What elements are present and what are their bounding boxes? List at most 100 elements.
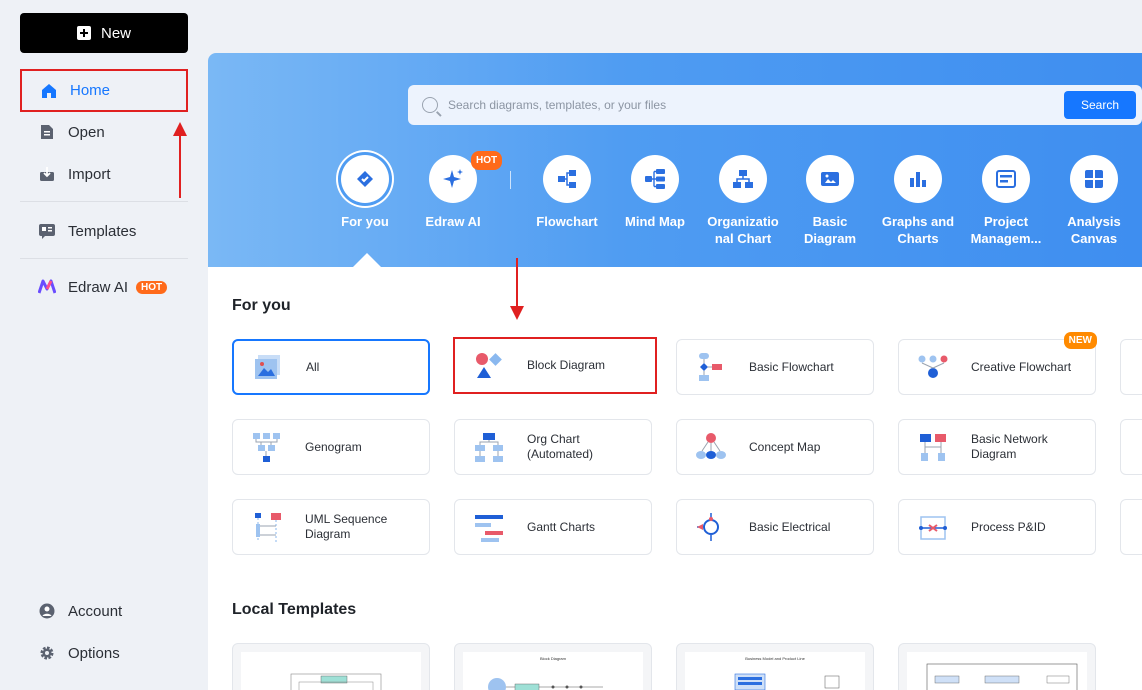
search-bar: Search	[408, 85, 1142, 125]
account-icon	[38, 602, 56, 620]
template-card-block-diagram[interactable]: Block Diagram	[453, 337, 657, 394]
basic-flowchart-icon	[695, 351, 727, 383]
card-label: Gantt Charts	[527, 519, 596, 534]
sidebar-item-label: Templates	[68, 222, 137, 240]
category-label: Project Managem...	[970, 214, 1042, 246]
local-template-thumbnail[interactable]	[232, 643, 430, 690]
bar-chart-icon	[894, 155, 942, 203]
sidebar-item-label: Open	[68, 123, 105, 141]
template-card-org-chart-automated[interactable]: Org Chart (Automated)	[454, 419, 652, 475]
category-graphs-and-charts[interactable]: Graphs and Charts	[874, 155, 962, 247]
template-preview	[241, 652, 421, 690]
mind-map-icon	[631, 155, 679, 203]
category-label: Analysis Canvas	[1067, 214, 1121, 246]
sidebar-item-open[interactable]: Open	[20, 111, 188, 153]
hot-badge: HOT	[136, 280, 168, 294]
hero-banner: Search For you HOT Edraw AI Flowchart	[208, 53, 1142, 267]
template-card-basic-electrical[interactable]: Basic Electrical	[676, 499, 874, 555]
template-card-partial[interactable]	[1120, 499, 1142, 555]
category-label: For you	[341, 214, 389, 229]
all-templates-icon	[252, 351, 284, 383]
sparkle-icon	[429, 155, 477, 203]
template-card-creative-flowchart[interactable]: Creative Flowchart NEW	[898, 332, 1097, 395]
template-card-concept-map[interactable]: Concept Map	[676, 419, 874, 475]
template-title: Business Model and Product Line	[745, 656, 805, 661]
search-button[interactable]: Search	[1064, 91, 1136, 119]
sidebar-item-templates[interactable]: Templates	[20, 210, 188, 252]
genogram-icon	[251, 431, 283, 463]
sidebar-item-import[interactable]: Import	[20, 153, 188, 195]
block-diagram-icon	[473, 350, 505, 382]
category-mind-map[interactable]: Mind Map	[611, 155, 699, 230]
annotation-arrow-down	[510, 258, 524, 320]
main-content: Search For you HOT Edraw AI Flowchart	[208, 53, 1142, 690]
sidebar-item-edraw-ai[interactable]: Edraw AI HOT	[20, 266, 188, 308]
local-template-thumbnail[interactable]	[898, 643, 1096, 690]
concept-map-icon	[695, 431, 727, 463]
new-button-label: New	[100, 24, 131, 42]
electrical-icon	[695, 511, 727, 543]
category-analysis-canvas[interactable]: Analysis Canvas	[1050, 155, 1138, 247]
gear-icon	[38, 644, 56, 662]
active-category-pointer	[353, 253, 381, 267]
template-preview	[907, 652, 1087, 690]
sidebar-divider	[20, 258, 188, 259]
category-project-management[interactable]: Project Managem...	[962, 155, 1050, 247]
card-label: Basic Network Diagram	[971, 432, 1048, 461]
category-label: Graphs and Charts	[881, 214, 955, 246]
category-label: Flowchart	[536, 214, 598, 229]
annotation-arrow-up	[173, 122, 187, 198]
card-label: Creative Flowchart	[971, 359, 1072, 374]
grid-icon	[1070, 155, 1118, 203]
open-file-icon	[38, 123, 56, 141]
template-card-basic-network-diagram[interactable]: Basic Network Diagram	[898, 419, 1096, 475]
org-chart-automated-icon	[473, 431, 505, 463]
template-card-uml-sequence[interactable]: UML Sequence Diagram	[232, 499, 430, 555]
sidebar-item-home[interactable]: Home	[20, 69, 188, 112]
sidebar-item-label: Options	[68, 644, 120, 662]
template-card-genogram[interactable]: Genogram	[232, 419, 430, 475]
template-title: Block Diagram	[539, 656, 566, 661]
template-card-basic-flowchart[interactable]: Basic Flowchart	[676, 339, 874, 395]
plus-icon	[76, 26, 91, 40]
category-basic-diagram[interactable]: Basic Diagram	[786, 155, 874, 247]
card-label: Org Chart (Automated)	[527, 432, 594, 461]
template-card-gantt-charts[interactable]: Gantt Charts	[454, 499, 652, 555]
card-label: Process P&ID	[971, 519, 1046, 534]
templates-icon	[38, 222, 56, 240]
search-icon	[422, 97, 438, 113]
category-flowchart[interactable]: Flowchart	[523, 155, 611, 230]
category-edraw-ai[interactable]: HOT Edraw AI	[409, 151, 503, 230]
template-card-all[interactable]: All	[232, 339, 430, 395]
card-label: Concept Map	[749, 439, 821, 454]
template-card-process-pid[interactable]: Process P&ID	[898, 499, 1096, 555]
org-chart-icon	[719, 155, 767, 203]
local-template-thumbnail[interactable]: Block Diagram	[454, 643, 652, 690]
network-diagram-icon	[917, 431, 949, 463]
sidebar-item-account[interactable]: Account	[20, 590, 188, 632]
section-title-local-templates: Local Templates	[232, 601, 357, 618]
card-label: Genogram	[305, 439, 362, 454]
template-card-partial[interactable]	[1120, 339, 1142, 395]
sidebar-item-label: Home	[70, 82, 111, 99]
new-button[interactable]: New	[20, 13, 188, 53]
sidebar-item-label: Import	[68, 165, 111, 183]
sidebar-item-label: Edraw AI	[68, 278, 129, 296]
category-org-chart[interactable]: Organizatio nal Chart	[699, 155, 787, 247]
category-for-you[interactable]: For you	[321, 155, 409, 230]
sidebar-item-options[interactable]: Options	[20, 632, 188, 674]
search-input[interactable]	[448, 98, 1142, 112]
section-title-for-you: For you	[232, 297, 291, 314]
basic-diagram-icon	[806, 155, 854, 203]
gantt-chart-icon	[473, 511, 505, 543]
local-template-thumbnail[interactable]: Business Model and Product Line	[676, 643, 874, 690]
template-card-partial[interactable]	[1120, 419, 1142, 475]
category-label: Basic Diagram	[803, 214, 857, 246]
creative-flowchart-icon	[917, 351, 949, 383]
card-label: All	[306, 359, 320, 374]
import-icon	[38, 165, 56, 183]
category-label: Mind Map	[625, 214, 685, 229]
project-icon	[982, 155, 1030, 203]
sidebar-divider	[20, 201, 188, 202]
edraw-ai-logo-icon	[38, 278, 56, 296]
